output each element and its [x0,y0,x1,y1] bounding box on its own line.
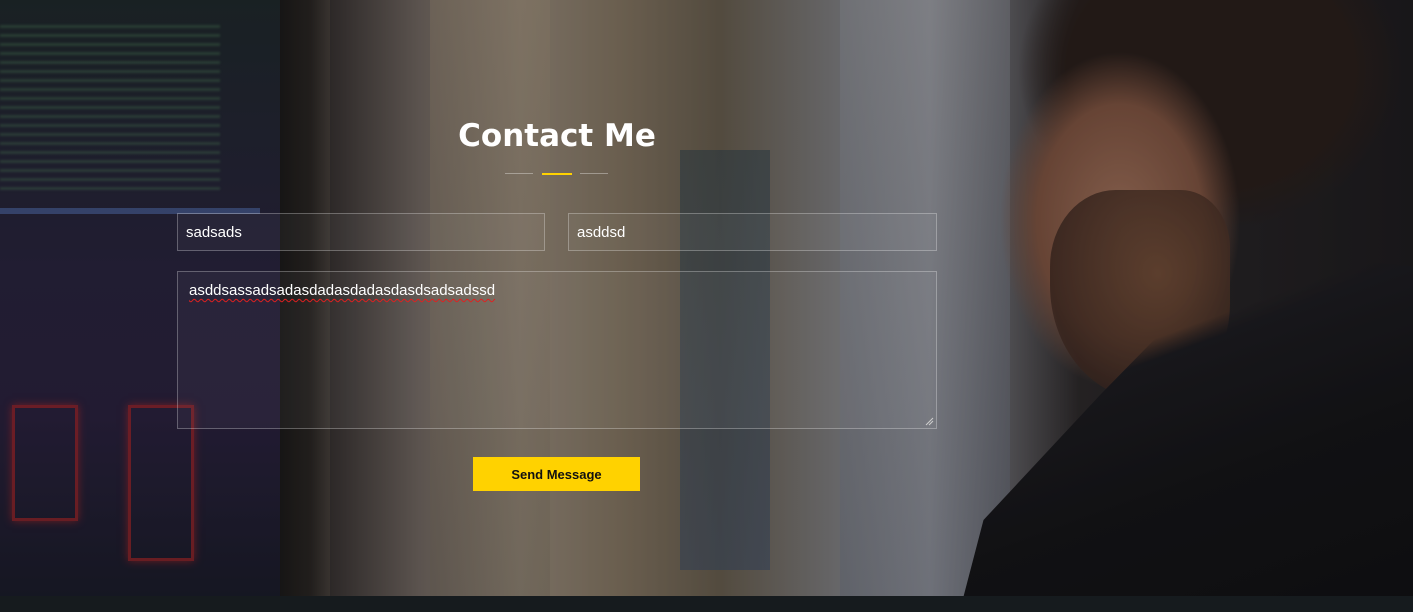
message-textarea[interactable]: asddsassadsadasdadasdadasdasdsadsadssd [177,271,937,429]
resize-handle-icon[interactable] [924,416,934,426]
section-title: Contact Me [458,118,656,154]
name-input[interactable]: sadsads [177,213,545,251]
title-divider [505,173,608,175]
message-textarea-value: asddsassadsadasdadasdadasdasdsadsadssd [189,282,496,299]
name-input-value: sadsads [186,224,242,241]
email-input-value: asddsd [577,224,626,241]
email-input[interactable]: asddsd [568,213,937,251]
page-footer-strip [0,596,1413,612]
title-divider-accent [542,173,572,175]
send-message-button[interactable]: Send Message [473,457,640,491]
